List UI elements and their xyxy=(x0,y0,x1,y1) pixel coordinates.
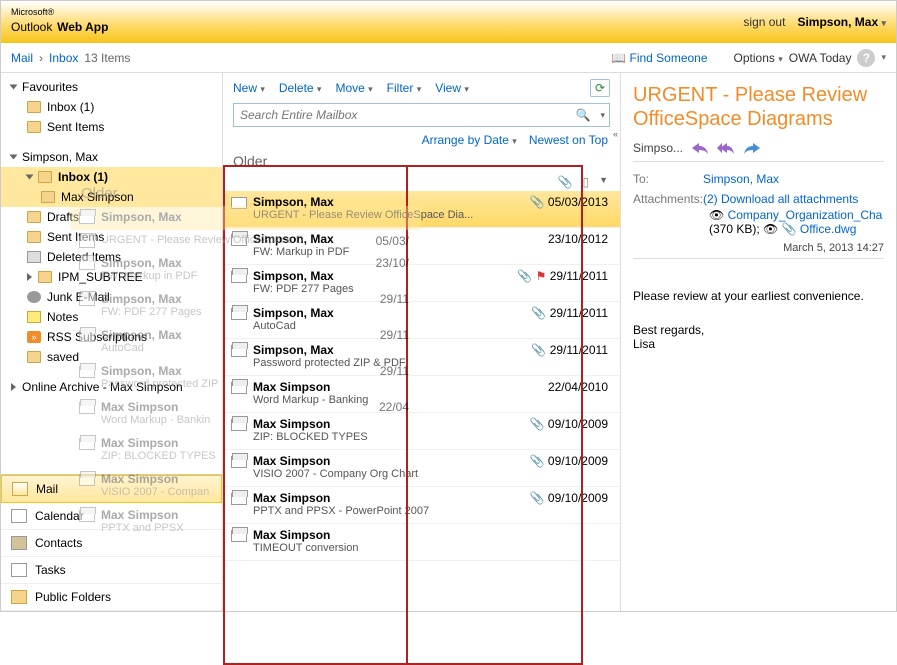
message-row[interactable]: Max SimpsonZIP: BLOCKED TYPES📎 09/10/200… xyxy=(223,413,620,450)
nav-mail[interactable]: Mail xyxy=(1,475,222,503)
filter-button[interactable]: Filter ▾ xyxy=(387,81,422,95)
envelope-icon xyxy=(231,197,247,209)
envelope-icon xyxy=(231,530,247,542)
reading-from: Simpso... xyxy=(633,141,683,155)
message-row[interactable]: Simpson, MaxAutoCad📎 29/11/2011 xyxy=(223,302,620,339)
online-archive[interactable]: Online Archive - Max Simpson xyxy=(1,377,222,397)
inbox-link[interactable]: Inbox xyxy=(49,51,78,65)
filter-icon[interactable]: ▼ xyxy=(599,175,608,189)
folder-deleted[interactable]: Deleted Items xyxy=(1,247,222,267)
reading-pane: URGENT - Please Review OfficeSpace Diagr… xyxy=(621,73,896,611)
envelope-icon xyxy=(231,382,247,394)
attachment-column-icon: 📎 xyxy=(558,175,573,189)
signout-link[interactable]: sign out xyxy=(743,15,785,29)
folder-saved[interactable]: saved xyxy=(1,347,222,367)
envelope-icon xyxy=(231,493,247,505)
envelope-icon xyxy=(231,234,247,246)
nav-contacts[interactable]: Contacts xyxy=(1,530,222,557)
message-row[interactable]: Max SimpsonTIMEOUT conversion xyxy=(223,524,620,561)
message-row[interactable]: Max SimpsonPPTX and PPSX - PowerPoint 20… xyxy=(223,487,620,524)
new-button[interactable]: New ▾ xyxy=(233,81,265,95)
nav-public-folders[interactable]: Public Folders xyxy=(1,584,222,611)
envelope-icon xyxy=(231,345,247,357)
nav-tasks[interactable]: Tasks xyxy=(1,557,222,584)
folder-rss[interactable]: »RSS Subscriptions xyxy=(1,327,222,347)
message-row[interactable]: Simpson, MaxPassword protected ZIP & PDF… xyxy=(223,339,620,376)
expand-icon[interactable]: « xyxy=(613,129,618,139)
message-list[interactable]: Simpson, MaxURGENT - Please Review Offic… xyxy=(223,191,620,611)
move-button[interactable]: Move ▾ xyxy=(335,81,372,95)
header: Microsoft® Outlook Web App sign out Simp… xyxy=(1,1,896,43)
sort-order[interactable]: Newest on Top xyxy=(529,133,608,147)
folder-maxsimpson[interactable]: Max Simpson xyxy=(1,187,222,207)
attachment-1[interactable]: Company_Organization_Cha xyxy=(728,208,883,222)
arrange-by[interactable]: Arrange by Date ▾ xyxy=(422,133,517,147)
delete-button[interactable]: Delete ▾ xyxy=(279,81,322,95)
current-user[interactable]: Simpson, Max ▾ xyxy=(797,15,886,29)
help-icon[interactable]: ? xyxy=(857,49,875,67)
find-someone[interactable]: 📖 Find Someone xyxy=(611,51,707,65)
item-count: 13 Items xyxy=(84,51,130,65)
message-row[interactable]: Max SimpsonWord Markup - Banking22/04/20… xyxy=(223,376,620,413)
reading-subject: URGENT - Please Review OfficeSpace Diagr… xyxy=(633,83,884,131)
forward-icon[interactable] xyxy=(743,141,761,155)
att-count[interactable]: (2) xyxy=(703,192,718,206)
envelope-icon xyxy=(231,456,247,468)
folder-notes[interactable]: Notes xyxy=(1,307,222,327)
envelope-icon xyxy=(231,419,247,431)
reading-timestamp: March 5, 2013 14:27 xyxy=(633,242,884,254)
envelope-icon xyxy=(231,271,247,283)
folder-ipm[interactable]: IPM_SUBTREE xyxy=(1,267,222,287)
folder-drafts[interactable]: Drafts xyxy=(1,207,222,227)
logo: Microsoft® Outlook Web App xyxy=(11,8,108,36)
reading-body: Please review at your earliest convenien… xyxy=(633,289,884,351)
folder-inbox[interactable]: Inbox (1) xyxy=(1,167,222,187)
owa-today[interactable]: OWA Today xyxy=(789,51,852,65)
message-list-pane: New ▾ Delete ▾ Move ▾ Filter ▾ View ▾ ⟳ … xyxy=(223,73,621,611)
sidebar: Favourites Inbox (1) Sent Items Simpson,… xyxy=(1,73,223,611)
view-button[interactable]: View ▾ xyxy=(435,81,469,95)
search-box[interactable]: 🔍 ▾ xyxy=(233,103,610,127)
flag-column-icon: ▯ xyxy=(582,175,589,189)
refresh-icon[interactable]: ⟳ xyxy=(590,79,610,97)
reply-icon[interactable] xyxy=(691,141,709,155)
bottom-nav: Mail Calendar Contacts Tasks Public Fold… xyxy=(1,474,222,611)
mailbox-root[interactable]: Simpson, Max xyxy=(1,147,222,167)
message-row[interactable]: Max SimpsonVISIO 2007 - Company Org Char… xyxy=(223,450,620,487)
toolbar: Mail › Inbox 13 Items 📖 Find Someone Opt… xyxy=(1,43,896,73)
message-row[interactable]: Simpson, MaxURGENT - Please Review Offic… xyxy=(223,191,620,228)
nav-calendar[interactable]: Calendar xyxy=(1,503,222,530)
options-menu[interactable]: Options ▾ xyxy=(734,51,783,65)
reply-all-icon[interactable] xyxy=(717,141,735,155)
message-row[interactable]: Simpson, MaxFW: Markup in PDF23/10/2012 xyxy=(223,228,620,265)
folder-sent[interactable]: Sent Items xyxy=(1,227,222,247)
mail-link[interactable]: Mail xyxy=(11,51,33,65)
favourites-header[interactable]: Favourites xyxy=(1,77,222,97)
fav-inbox[interactable]: Inbox (1) xyxy=(1,97,222,117)
fav-sent[interactable]: Sent Items xyxy=(1,117,222,137)
attachment-2[interactable]: Office.dwg xyxy=(800,222,856,236)
reading-to[interactable]: Simpson, Max xyxy=(703,172,779,186)
group-older: Older xyxy=(223,149,620,173)
folder-junk[interactable]: Junk E-Mail xyxy=(1,287,222,307)
envelope-icon xyxy=(231,308,247,320)
message-row[interactable]: Simpson, MaxFW: PDF 277 Pages📎 ⚑ 29/11/2… xyxy=(223,265,620,302)
search-icon[interactable]: 🔍 xyxy=(570,108,597,122)
search-input[interactable] xyxy=(234,104,570,126)
download-all[interactable]: Download all attachments xyxy=(721,192,858,206)
